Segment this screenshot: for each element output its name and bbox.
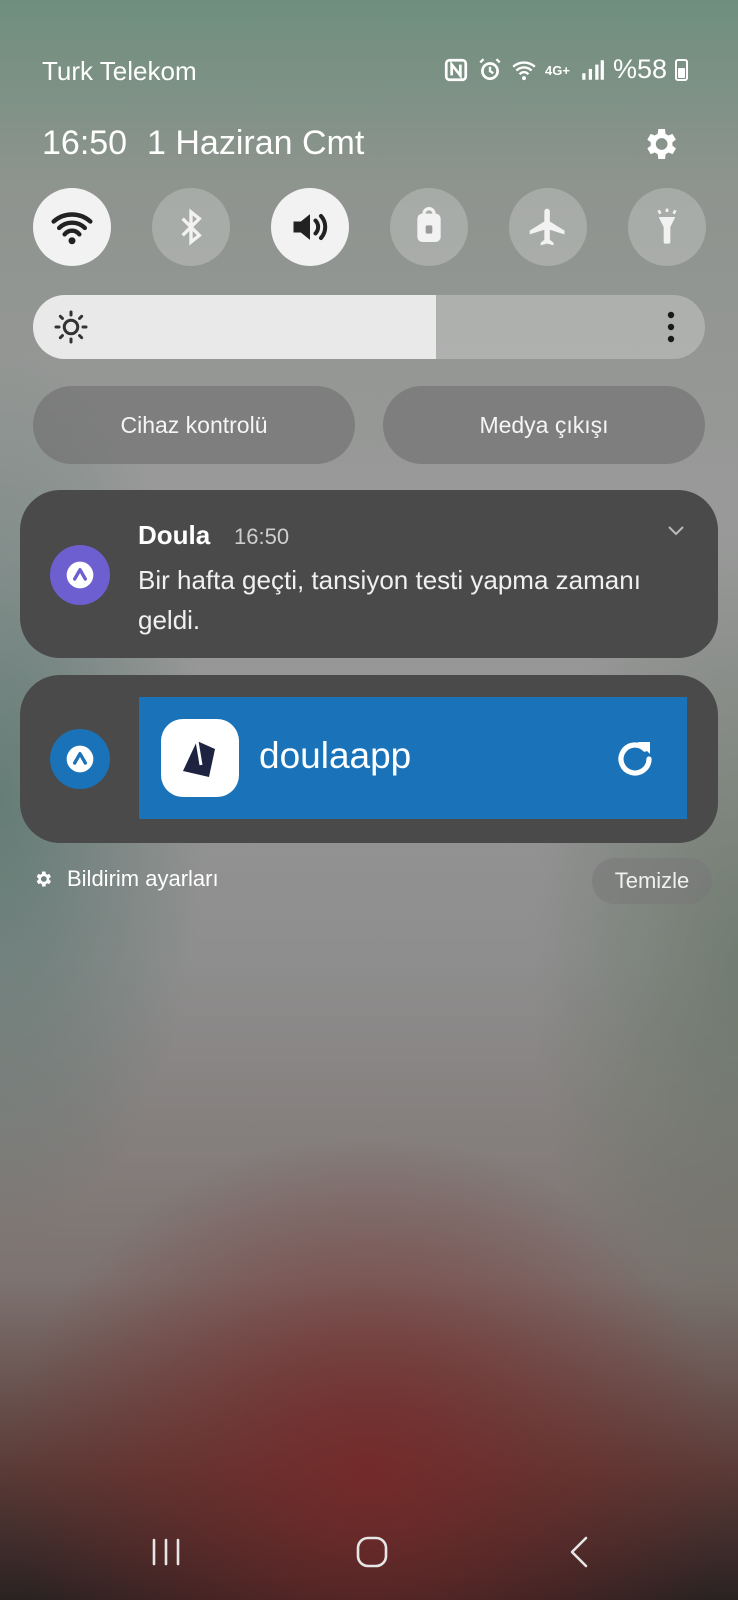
svg-text:4G+: 4G+ [545,63,570,78]
clock-date[interactable]: 1 Haziran Cmt [147,124,364,163]
brightness-slider[interactable] [33,295,705,359]
battery-icon [675,58,688,81]
wifi-icon [51,212,93,245]
doula-app-icon [50,545,110,605]
notification-settings-label: Bildirim ayarları [67,866,219,891]
volume-icon [293,213,328,241]
toggle-bluetooth[interactable] [152,188,230,266]
chevron-down-icon[interactable] [664,518,688,542]
toggle-airplane-mode[interactable] [509,188,587,266]
notification-time: 16:50 [234,524,290,549]
doulaapp-logo-icon [161,719,239,797]
toggle-sound[interactable] [271,188,349,266]
device-control-button[interactable]: Cihaz kontrolü [33,386,355,464]
refresh-icon[interactable] [611,735,659,783]
carrier-name: Turk Telekom [42,56,197,86]
bluetooth-icon [181,208,202,246]
toggle-flashlight[interactable] [628,188,706,266]
notification-doulaapp-widget[interactable]: doulaapp [20,675,718,843]
notification-body: Bir hafta geçti, tansiyon testi yapma za… [138,565,641,635]
back-icon[interactable] [560,1530,600,1574]
notification-doula-reminder[interactable]: Doula 16:50 Bir hafta geçti, tansiyon te… [20,490,718,658]
battery-percentage: %58 [612,54,667,84]
signal-icon [582,59,604,80]
notification-settings-link[interactable]: Bildirim ayarları [33,866,219,892]
sun-icon [54,310,88,344]
more-options-icon[interactable] [665,309,677,345]
toggle-wifi[interactable] [33,188,111,266]
clear-notifications-button[interactable]: Temizle [592,858,712,904]
wifi-icon [512,60,536,80]
recent-apps-icon[interactable] [146,1530,186,1574]
settings-gear-icon[interactable] [640,124,680,164]
doula-app-icon [50,729,110,789]
lock-icon [417,207,441,242]
notification-app-name: Doula [138,520,211,550]
status-icons: 4G+ %58 [443,54,688,85]
brightness-level-fill [33,295,437,359]
lte-plus-icon: 4G+ [545,63,570,78]
toggle-screen-lock[interactable] [390,188,468,266]
flashlight-icon [657,208,677,244]
alarm-icon [479,57,501,80]
airplane-icon [529,208,565,246]
app-widget-banner[interactable]: doulaapp [139,697,687,819]
clock-time[interactable]: 16:50 [42,124,127,163]
home-icon[interactable] [352,1530,392,1574]
gear-icon [36,871,51,887]
widget-title: doulaapp [259,735,412,776]
nfc-icon [444,58,468,81]
media-output-button[interactable]: Medya çıkışı [383,386,705,464]
